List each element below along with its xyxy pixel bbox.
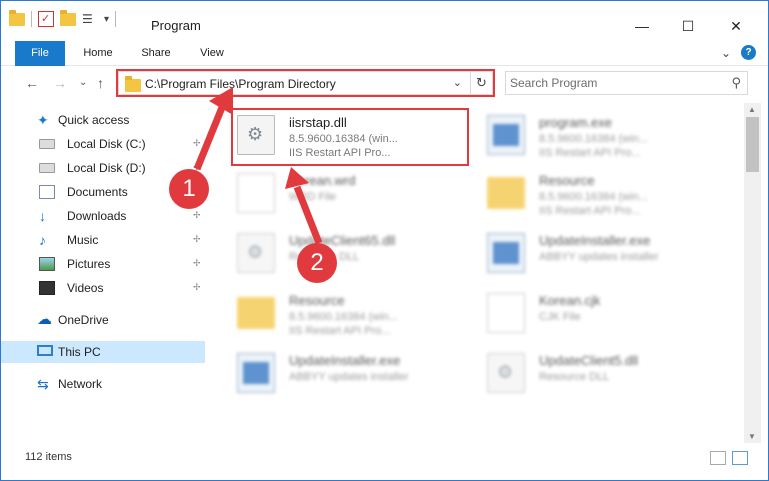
step-1-badge: 1 [169, 169, 209, 209]
step-2-badge: 2 [297, 243, 337, 283]
annotation-arrows [193, 87, 323, 245]
arrowhead-2 [285, 167, 309, 189]
arrow-2 [293, 185, 323, 245]
arrow-1 [193, 103, 227, 171]
explorer-window: ✓ ☰ ▾ Program — ☐ ✕ File Home Share View… [0, 0, 769, 481]
